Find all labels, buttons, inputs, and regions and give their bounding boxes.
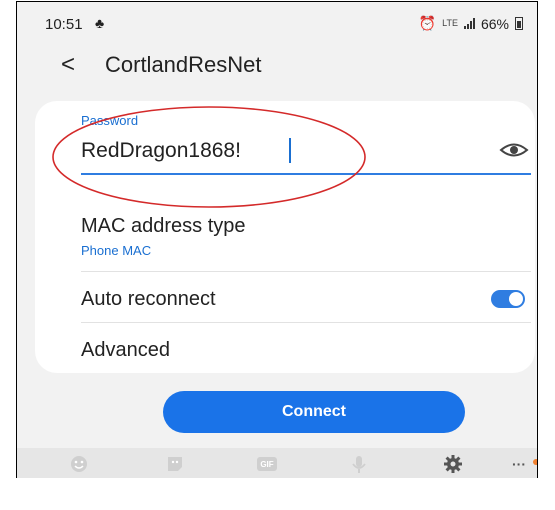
page-title: CortlandResNet	[105, 52, 262, 77]
phone-screen: 10:51 ♣ ⏰ LTE 66% < CortlandResNet Passw…	[17, 2, 537, 478]
status-right: ⏰ LTE 66%	[419, 15, 523, 32]
connect-label: Connect	[282, 403, 346, 420]
notification-dot	[533, 459, 537, 465]
password-label: Password	[81, 113, 139, 128]
alarm-icon: ⏰	[418, 15, 437, 31]
mac-address-type-label: MAC address type	[81, 215, 246, 237]
mic-icon[interactable]	[347, 454, 371, 474]
back-button[interactable]: <	[61, 50, 87, 80]
advanced-label: Advanced	[81, 339, 170, 361]
title-bar: < CortlandResNet	[17, 46, 537, 86]
battery-percent: 66%	[480, 15, 509, 32]
status-time: 10:51	[45, 16, 83, 33]
advanced-row[interactable]: Advanced	[35, 323, 535, 371]
gif-icon[interactable]: GIF	[255, 454, 279, 474]
text-cursor	[289, 138, 291, 163]
settings-icon[interactable]	[441, 454, 465, 474]
battery-icon	[515, 17, 523, 30]
status-bar: 10:51 ♣ ⏰ LTE 66%	[17, 2, 537, 36]
mac-address-type-row[interactable]: MAC address type Phone MAC	[35, 201, 535, 271]
network-type: LTE	[442, 18, 458, 28]
password-underline	[81, 173, 531, 175]
auto-reconnect-label: Auto reconnect	[81, 288, 216, 310]
auto-reconnect-row[interactable]: Auto reconnect	[35, 272, 535, 322]
show-password-eye-icon[interactable]	[499, 141, 529, 159]
emoji-icon[interactable]	[67, 454, 91, 474]
mac-address-type-value: Phone MAC	[81, 243, 152, 258]
connect-button[interactable]: Connect	[163, 391, 465, 433]
more-icon[interactable]: ···	[507, 454, 531, 474]
toggle-knob	[509, 292, 523, 306]
notification-icon: ♣	[95, 15, 105, 31]
keyboard-toolbar: GIF ···	[17, 448, 537, 478]
sticker-icon[interactable]	[163, 454, 187, 474]
network-settings-card: Password MAC address type Phone MAC Auto…	[35, 101, 535, 373]
auto-reconnect-toggle[interactable]	[491, 290, 525, 308]
password-input[interactable]	[81, 137, 501, 165]
signal-icon	[463, 18, 475, 29]
